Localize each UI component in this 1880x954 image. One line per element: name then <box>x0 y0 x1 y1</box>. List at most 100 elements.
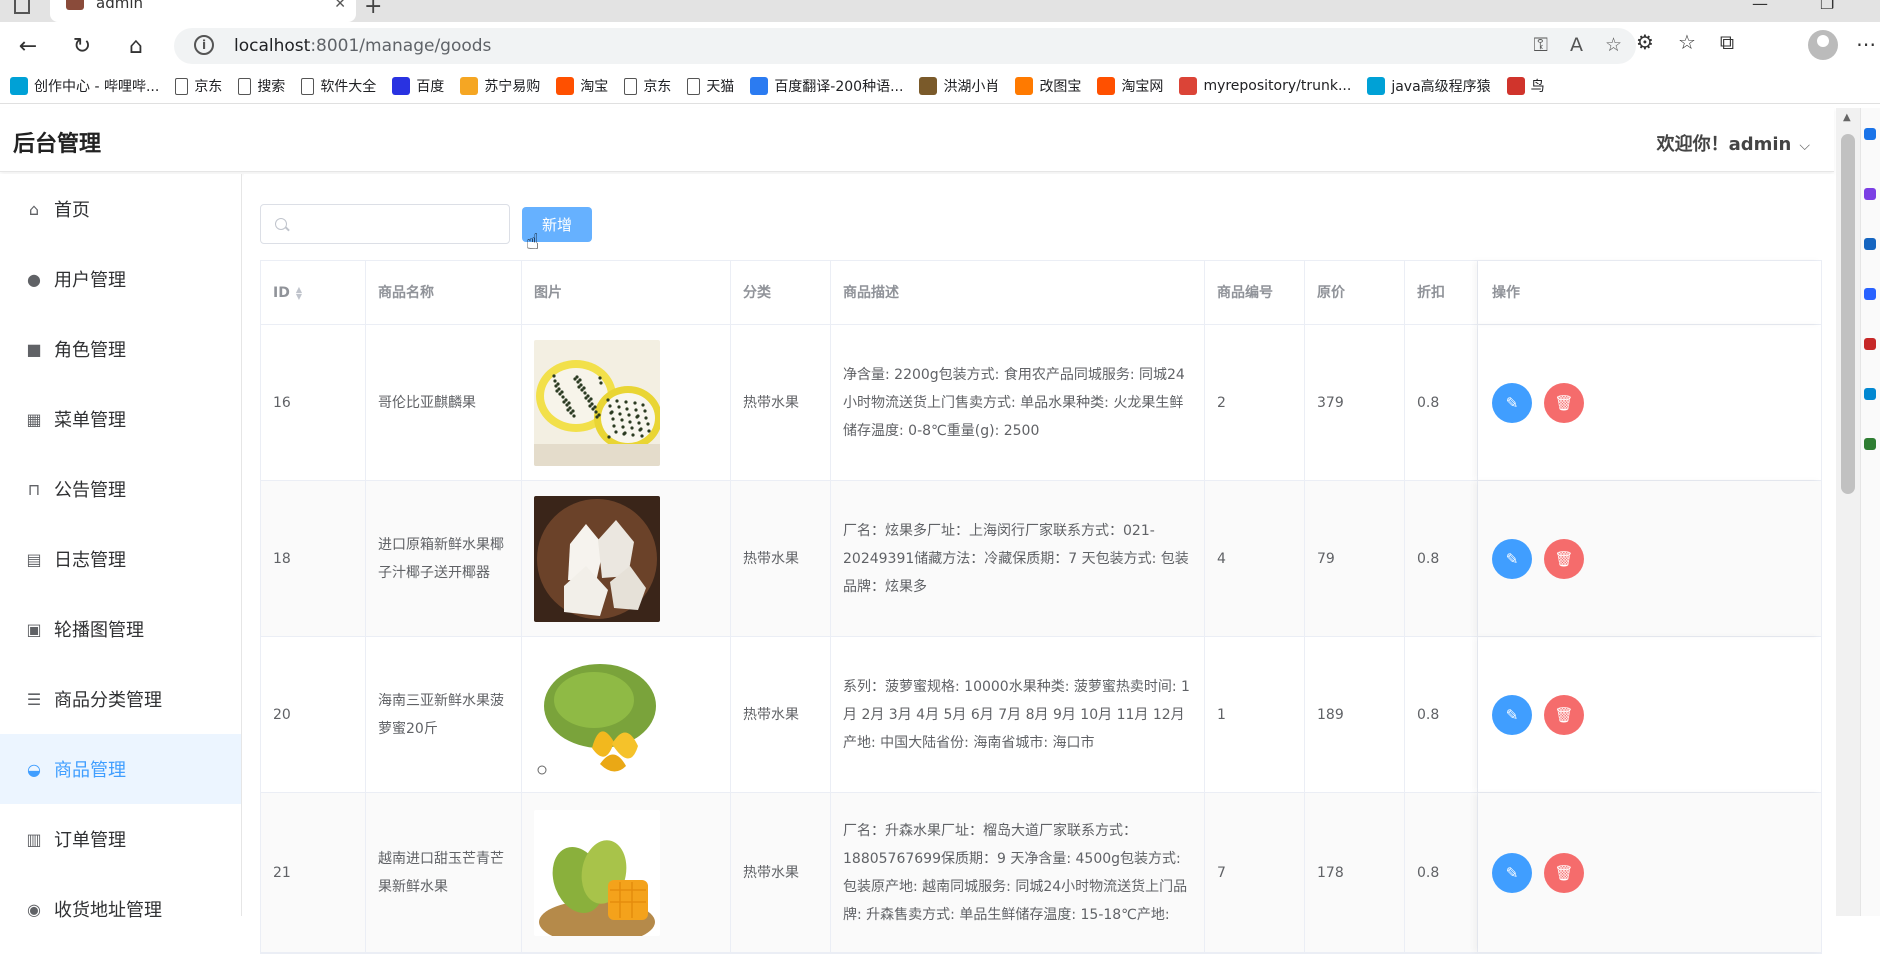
edge-shopping-icon[interactable] <box>1864 188 1876 200</box>
sidebar-toggle-icon[interactable] <box>14 0 30 14</box>
translate-icon <box>750 77 769 95</box>
edge-tools-icon[interactable] <box>1864 238 1876 250</box>
sidebar-item-label: 订单管理 <box>54 830 126 851</box>
edit-button[interactable]: ✎ <box>1492 538 1532 579</box>
bookmark-item[interactable]: 百度翻译-200种语... <box>750 76 903 96</box>
sidebar-item[interactable]: ☰ 商品分类管理 <box>0 664 241 734</box>
scroll-up-icon[interactable]: ▲ <box>1843 112 1851 123</box>
delete-button[interactable]: 🗑 <box>1544 538 1584 579</box>
url-text[interactable]: localhost:8001/manage/goods <box>234 36 491 56</box>
home-page-icon[interactable]: ⌂ <box>120 30 152 62</box>
user-icon: ● <box>27 269 41 289</box>
bookmark-item[interactable]: 京东 <box>175 76 222 96</box>
product-image[interactable] <box>534 809 660 936</box>
table-body: 16 哥伦比亚麒麟果 热带水果 净含量: 2200g包装方式: 食用农产品同城服务: … <box>261 325 1821 953</box>
new-tab-icon[interactable]: + <box>364 0 382 19</box>
cell-image <box>522 325 731 480</box>
bookmark-item[interactable]: 改图宝 <box>1015 76 1081 96</box>
bookmark-item[interactable]: myrepository/trunk... <box>1179 76 1351 96</box>
sort-icon[interactable]: ▲ ▼ <box>296 285 302 300</box>
bookmark-item[interactable]: 京东 <box>624 76 671 96</box>
more-icon[interactable]: ⋯ <box>1856 32 1876 56</box>
bookmark-item[interactable]: 百度 <box>392 76 444 96</box>
edit-button[interactable]: ✎ <box>1492 694 1532 735</box>
bookmark-item[interactable]: 鸟 <box>1506 76 1545 96</box>
minimize-icon[interactable]: — <box>1752 0 1768 13</box>
trash-icon: 🗑 <box>1554 864 1574 882</box>
page-scrollbar[interactable]: ▲ <box>1836 108 1860 916</box>
url-bar[interactable]: i localhost:8001/manage/goods ⚿ A ☆ <box>174 28 1636 64</box>
cell-id-text: 20 <box>273 706 291 723</box>
cell-code: 1 <box>1205 637 1305 792</box>
col-price-header: 原价 <box>1305 261 1405 324</box>
reload-icon[interactable]: ↻ <box>66 30 98 62</box>
restore-icon[interactable]: ❐ <box>1820 0 1834 13</box>
tab-title: admin <box>96 0 143 12</box>
sidebar-item[interactable]: ⌂ 首页 <box>0 174 241 244</box>
toolbar-icons: ⚙ ☆ ⧉ <box>1636 30 1734 54</box>
sidebar-item[interactable]: ⊓ 公告管理 <box>0 454 241 524</box>
cell-category-text: 热带水果 <box>743 864 799 881</box>
taobao-icon <box>556 77 575 95</box>
product-image[interactable] <box>534 651 660 778</box>
bookmark-item[interactable]: 淘宝 <box>556 76 608 96</box>
cell-discount-text: 0.8 <box>1417 864 1440 881</box>
collections-icon[interactable]: ⧉ <box>1720 30 1734 54</box>
cell-price-text: 178 <box>1317 864 1344 881</box>
edge-outlook-icon[interactable] <box>1864 388 1876 400</box>
search-input[interactable] <box>297 213 497 235</box>
extensions-icon[interactable]: ⚙ <box>1636 30 1654 54</box>
bookmark-label: 苏宁易购 <box>484 79 541 95</box>
edit-button[interactable]: ✎ <box>1492 852 1532 893</box>
profile-avatar[interactable] <box>1808 30 1838 60</box>
scroll-thumb[interactable] <box>1841 134 1855 494</box>
bookmark-item[interactable]: 淘宝网 <box>1097 76 1163 96</box>
edit-button[interactable]: ✎ <box>1492 382 1532 423</box>
sidebar-item-label: 商品分类管理 <box>54 690 162 711</box>
sidebar-item[interactable]: ▦ 菜单管理 <box>0 384 241 454</box>
cell-name: 越南进口甜玉芒青芒果新鲜水果 <box>366 793 522 952</box>
bird-icon <box>1506 77 1525 95</box>
product-image[interactable] <box>534 339 660 466</box>
sidebar-item[interactable]: ● 用户管理 <box>0 244 241 314</box>
sidebar-item[interactable]: ▣ 轮播图管理 <box>0 594 241 664</box>
read-aloud-icon[interactable]: A <box>1570 34 1583 56</box>
edge-search-icon[interactable] <box>1864 128 1876 140</box>
bookmark-item[interactable]: 搜索 <box>238 76 285 96</box>
sidebar-item[interactable]: ▥ 订单管理 <box>0 804 241 874</box>
bilibili-icon <box>10 77 28 95</box>
tab-close-icon[interactable]: ✕ <box>334 0 346 12</box>
sidebar-item[interactable]: ◒ 商品管理 <box>0 734 241 804</box>
favorites-icon[interactable]: ☆ <box>1678 30 1696 54</box>
col-id-header[interactable]: ID ▲ ▼ <box>261 261 366 324</box>
site-info-icon[interactable]: i <box>194 35 214 55</box>
delete-button[interactable]: 🗑 <box>1544 382 1584 423</box>
bookmark-item[interactable]: 创作中心 - 哔哩哔... <box>10 76 159 96</box>
edge-office-icon[interactable] <box>1864 338 1876 350</box>
delete-button[interactable]: 🗑 <box>1544 852 1584 893</box>
col-category-header: 分类 <box>731 261 831 324</box>
delete-button[interactable]: 🗑 <box>1544 694 1584 735</box>
sidebar-item[interactable]: ▤ 日志管理 <box>0 524 241 594</box>
cell-name-text: 哥伦比亚麒麟果 <box>378 394 476 411</box>
sidebar-item[interactable]: ◉ 收货地址管理 <box>0 874 241 944</box>
edge-games-icon[interactable] <box>1864 288 1876 300</box>
bookmark-item[interactable]: 洪湖小肖 <box>919 76 999 96</box>
tab-favicon-icon <box>66 0 84 10</box>
key-icon[interactable]: ⚿ <box>1533 34 1547 56</box>
sidebar-item[interactable]: ■ 角色管理 <box>0 314 241 384</box>
bookmark-item[interactable]: 苏宁易购 <box>460 76 540 96</box>
document-icon <box>301 77 315 95</box>
add-favorite-icon[interactable]: ☆ <box>1605 34 1622 56</box>
user-menu[interactable]: 欢迎你！admin ⌵ <box>1657 130 1810 156</box>
back-icon[interactable]: ← <box>12 30 44 62</box>
bookmark-item[interactable]: 软件大全 <box>301 76 376 96</box>
search-field[interactable] <box>260 204 510 244</box>
product-image[interactable] <box>534 495 660 622</box>
edit-icon: ✎ <box>1505 864 1519 882</box>
browser-tab[interactable]: admin ✕ <box>50 0 356 22</box>
bookmark-item[interactable]: java高级程序猿 <box>1367 76 1491 96</box>
bookmark-item[interactable]: 天猫 <box>687 76 734 96</box>
cell-name-text: 海南三亚新鲜水果菠萝蜜20斤 <box>378 692 504 737</box>
edge-drop-icon[interactable] <box>1864 438 1876 450</box>
